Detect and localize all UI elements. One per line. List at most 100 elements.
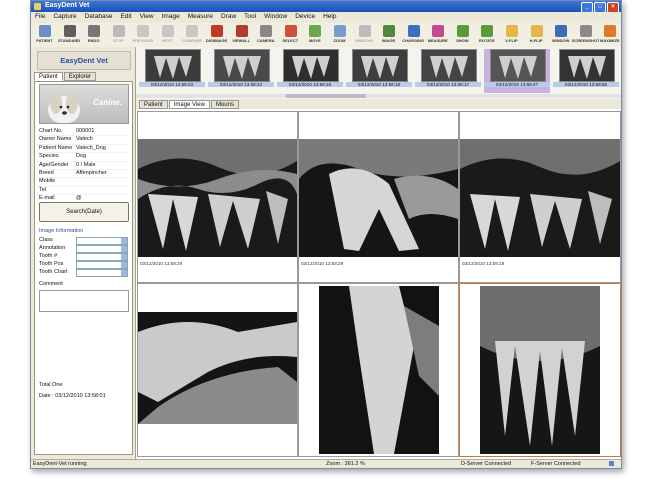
xray-image — [138, 139, 297, 257]
tab-explorer[interactable]: Explorer — [63, 72, 97, 81]
thumbnail-caption: 03/12/2010 13:58:23 — [139, 82, 205, 87]
menu-draw[interactable]: Draw — [217, 12, 240, 21]
menu-tool[interactable]: Tool — [240, 12, 260, 21]
toolbar-button-compare[interactable]: COMPARE — [178, 23, 203, 47]
info-row: Chart No. 000001 — [37, 128, 129, 137]
toolbar-button-stop[interactable]: STOP — [105, 23, 130, 47]
thumbnail[interactable]: 03/12/2010 13:58:47 — [484, 49, 550, 93]
search-date-button[interactable]: Search(Date) — [39, 202, 129, 222]
image-cell-6[interactable] — [459, 283, 621, 457]
image-cell-4[interactable] — [137, 283, 298, 457]
tab-image-view[interactable]: Image View — [168, 100, 210, 109]
menu-edit[interactable]: Edit — [116, 12, 135, 21]
thumbnail[interactable]: 03/12/2010 13:58:55 — [553, 49, 619, 93]
patient-info-table: Chart No. 000001 Owner Name Vatech Patient N… — [37, 128, 129, 204]
status-bar: EasyDent-Vet running Zoom : 361.2 % D-Se… — [31, 459, 621, 468]
image-cell-1[interactable]: 03/12/2010 13:58:29 — [137, 111, 298, 283]
toolbar-button-window[interactable]: WINDOW — [547, 23, 572, 47]
tab-mouns[interactable]: Mouns — [210, 100, 239, 109]
thumbnail[interactable]: 03/12/2010 13:59:18 — [277, 49, 343, 93]
toolbar-button-measure[interactable]: MEASURE — [424, 23, 449, 47]
thumbnail-scrollbar[interactable] — [136, 94, 621, 98]
toolbar-label: SELECT — [282, 38, 299, 43]
image-info-dropdown[interactable] — [76, 261, 128, 269]
info-row: Owner Name Vatech — [37, 136, 129, 145]
tab-patient[interactable]: Patient — [34, 72, 63, 81]
info-value: Affenpincher — [76, 169, 107, 176]
toolbar-button-show[interactable]: SHOW — [449, 23, 474, 47]
toolbar-button-charging[interactable]: CHARGING — [400, 23, 425, 47]
thumbnail[interactable]: 03/12/2010 13:58:17 — [415, 49, 481, 93]
endo-icon — [88, 25, 101, 37]
comment-field[interactable] — [39, 290, 129, 312]
toolbar-label: WINDOW — [551, 38, 570, 43]
thumbnail[interactable]: 03/12/2010 13:58:23 — [139, 49, 205, 93]
thumbnail-caption: 03/12/2010 13:58:18 — [346, 82, 412, 87]
screenshot-icon — [579, 25, 592, 37]
image-info-dropdown[interactable] — [76, 237, 128, 245]
image-info-dropdown[interactable] — [76, 269, 128, 277]
toolbar-button-rotate[interactable]: ROTATE — [473, 23, 498, 47]
toolbar-button-camera[interactable]: CAMERA — [252, 23, 277, 47]
menu-window[interactable]: Window — [260, 12, 291, 21]
image-info-row: Tooth Chart — [37, 268, 129, 277]
server-icon — [609, 461, 614, 467]
info-value — [76, 187, 129, 194]
select-icon — [284, 25, 297, 37]
toolbar-button-screenshot[interactable]: SCREENSHOT — [572, 23, 599, 47]
xray-image — [299, 139, 458, 257]
toolbar-button-maximize[interactable]: MAXIMIZE — [596, 23, 621, 47]
toolbar-button-viewall[interactable]: VIEWALL — [228, 23, 253, 47]
menu-bar: File Capture Database Edit View Image Measure D… — [31, 12, 621, 22]
thumbnail[interactable]: 03/12/2010 13:58:18 — [346, 49, 412, 93]
toolbar-button-endo[interactable]: ENDO — [80, 23, 105, 47]
xray-image — [480, 286, 600, 454]
image-info-dropdown[interactable] — [76, 245, 128, 253]
toolbar: PATIENT STANDARD ENDO STOP PREVIOUS NEXT COMPA… — [31, 23, 621, 48]
toolbar-button-standard[interactable]: STANDARD — [56, 23, 80, 47]
menu-database[interactable]: Database — [81, 12, 117, 21]
image-info-label: Tooth # — [39, 253, 58, 259]
toolbar-label: ENDO — [87, 38, 100, 43]
toolbar-button-zoom[interactable]: ZOOM — [326, 23, 351, 47]
toolbar-button-patient[interactable]: PATIENT — [31, 23, 56, 47]
toolbar-button-move[interactable]: MOVE — [301, 23, 326, 47]
toolbar-button-h-flip[interactable]: H-FLIP — [523, 23, 548, 47]
image-info-dropdown[interactable] — [76, 253, 128, 261]
image-cell-5[interactable] — [298, 283, 459, 457]
toolbar-label: DIGIIMAGE — [205, 38, 228, 43]
tab-patient-view[interactable]: Patient — [139, 100, 168, 109]
image-info-row: Annotation — [37, 244, 129, 253]
toolbar-button-select[interactable]: SELECT — [277, 23, 302, 47]
image-cell-3[interactable]: 03/12/2010 13:58:18 — [459, 111, 621, 283]
info-row: Mobile — [37, 178, 129, 187]
toolbar-button-image[interactable]: IMAGE — [375, 23, 400, 47]
toolbar-label: PATIENT — [36, 38, 53, 43]
toolbar-label: ROTATE — [478, 38, 495, 43]
image-info-row: Class — [37, 236, 129, 245]
toolbar-button-next[interactable]: NEXT — [154, 23, 179, 47]
toolbar-button-v-flip[interactable]: V-FLIP — [498, 23, 523, 47]
toolbar-button-previous[interactable]: PREVIOUS — [129, 23, 154, 47]
thumbnail[interactable]: 03/12/2010 13:58:24 — [208, 49, 274, 93]
info-row: Tel — [37, 186, 129, 196]
zoom-icon — [333, 25, 346, 37]
menu-view[interactable]: View — [136, 12, 158, 21]
menu-capture[interactable]: Capture — [49, 12, 80, 21]
image-cell-2[interactable]: 03/12/2010 13:58:29 — [298, 111, 459, 283]
xray-image — [319, 286, 439, 454]
info-key: Tel — [39, 186, 47, 193]
image-info-label: Tooth Chart — [39, 269, 68, 275]
toolbar-button-digiimage[interactable]: DIGIIMAGE — [203, 23, 228, 47]
menu-device[interactable]: Device — [291, 12, 319, 21]
menu-file[interactable]: File — [31, 12, 49, 21]
toolbar-button-window[interactable]: WINDOW — [351, 23, 376, 47]
info-value: 000001 — [76, 128, 95, 134]
info-key: Mobile — [39, 178, 56, 185]
menu-measure[interactable]: Measure — [184, 12, 217, 21]
title-bar[interactable]: EasyDent Vet _ □ × — [31, 1, 621, 13]
menu-image[interactable]: Image — [158, 12, 184, 21]
menu-help[interactable]: Help — [319, 12, 340, 21]
patient-photo: Canine. — [39, 84, 129, 124]
compare-icon — [186, 25, 199, 37]
